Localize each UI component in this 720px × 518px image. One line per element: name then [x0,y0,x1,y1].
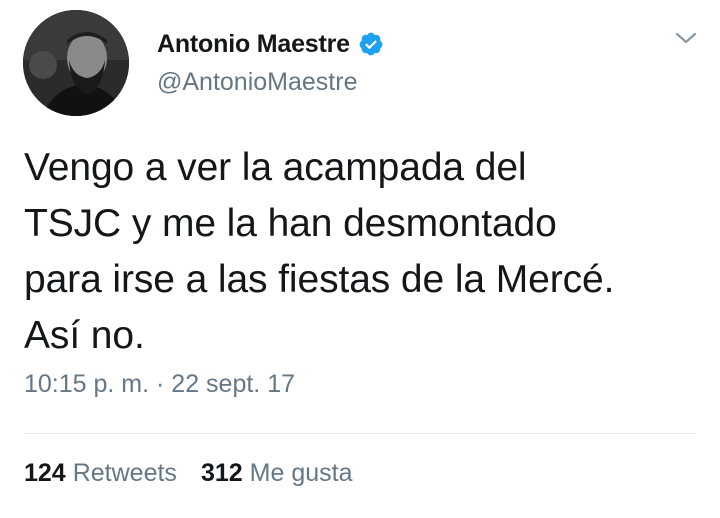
author-display-name[interactable]: Antonio Maestre [157,30,350,59]
likes-label: Me gusta [249,459,353,487]
verified-badge-icon [358,31,384,57]
retweets-stat[interactable]: 124 Retweets [24,459,177,488]
likes-stat[interactable]: 312 Me gusta [201,459,353,488]
retweets-count: 124 [24,459,66,487]
author-name-row[interactable]: Antonio Maestre [157,27,384,61]
retweets-label: Retweets [72,459,177,487]
likes-count: 312 [200,459,243,487]
tweet-stats: 124 Retweets 312 Me gusta [24,459,377,488]
author-handle[interactable]: @AntonioMaestre [157,68,357,97]
divider [24,433,696,434]
chevron-down-icon[interactable] [674,28,698,48]
tweet-timestamp[interactable]: 10:15 p. m. · 22 sept. 17 [24,370,295,399]
avatar[interactable] [23,10,129,116]
tweet-text: Vengo a ver la acampada del TSJC y me la… [24,146,615,357]
